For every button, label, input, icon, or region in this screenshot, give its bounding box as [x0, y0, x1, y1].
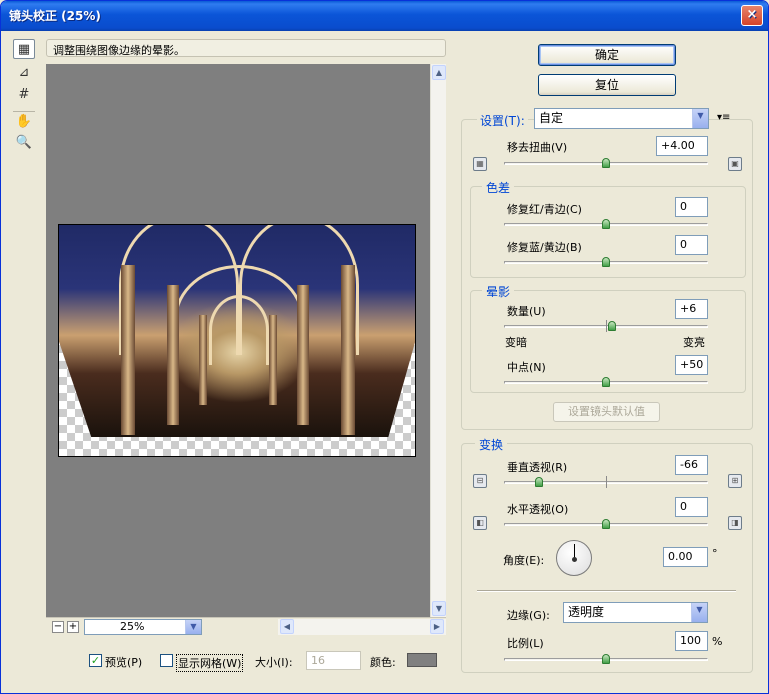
vertical-perspective-end-icon: ⊞ [728, 474, 742, 488]
angle-input[interactable]: 0.00 [663, 547, 708, 567]
angle-dial[interactable] [556, 540, 592, 576]
amount-input[interactable]: +6 [675, 299, 708, 319]
amount-label: 数量(U) [507, 305, 546, 318]
preview-label: 预览(P) [105, 656, 143, 669]
size-select: 16 [306, 651, 361, 670]
settings-label: 设置(T): [477, 112, 528, 129]
vignette-title: 晕影 [482, 283, 515, 300]
divider [477, 590, 736, 592]
show-grid-checkbox[interactable] [160, 654, 173, 667]
close-button[interactable]: × [741, 5, 763, 26]
red-cyan-thumb[interactable] [602, 219, 610, 229]
angle-label: 角度(E): [503, 554, 545, 567]
vertical-perspective-thumb[interactable] [535, 477, 544, 487]
scroll-up-icon[interactable]: ▲ [432, 65, 446, 80]
horizontal-perspective-end-icon: ◨ [728, 516, 742, 530]
blue-yellow-label: 修复蓝/黄边(B) [507, 241, 582, 254]
zoom-select[interactable]: 25% ▼ [84, 619, 202, 635]
red-cyan-slider[interactable] [504, 219, 708, 229]
distortion-label: 移去扭曲(V) [507, 141, 568, 154]
hand-tool-icon[interactable]: ✋ [13, 111, 35, 131]
scale-input[interactable]: 100 [675, 631, 708, 651]
midpoint-thumb[interactable] [602, 377, 610, 387]
settings-menu-icon[interactable]: ▾≡ [717, 112, 730, 123]
vertical-perspective-input[interactable]: -66 [675, 455, 708, 475]
vertical-perspective-slider[interactable] [504, 476, 708, 488]
horizontal-perspective-input[interactable]: 0 [675, 497, 708, 517]
grid-color-swatch[interactable] [407, 653, 437, 667]
barrel-icon: ▣ [728, 157, 742, 171]
scroll-right-icon[interactable]: ▶ [430, 619, 444, 634]
settings-value: 自定 [539, 111, 564, 125]
amount-slider[interactable] [504, 320, 708, 332]
grid-move-tool-icon[interactable]: # [13, 85, 35, 105]
pincushion-icon: ▦ [473, 157, 487, 171]
preview-checkbox[interactable]: ✓ [89, 654, 102, 667]
edge-select[interactable]: 透明度 ▼ [563, 602, 708, 623]
distortion-input[interactable]: +4.00 [656, 136, 708, 156]
midpoint-input[interactable]: +50 [675, 355, 708, 375]
zoom-in-button[interactable]: + [67, 621, 79, 633]
distortion-slider[interactable] [504, 158, 708, 168]
lighten-label: 变亮 [683, 336, 705, 349]
edge-label: 边缘(G): [507, 609, 550, 622]
set-lens-default-button[interactable]: 设置镜头默认值 [553, 402, 660, 422]
window-title: 镜头校正 (25%) [9, 9, 101, 23]
horizontal-scrollbar[interactable]: ◀ ▶ [278, 619, 446, 635]
vertical-scrollbar[interactable]: ▲ ▼ [430, 64, 446, 617]
red-cyan-label: 修复红/青边(C) [507, 203, 582, 216]
distortion-thumb[interactable] [602, 158, 610, 168]
edge-value: 透明度 [568, 605, 605, 619]
reset-button[interactable]: 复位 [538, 74, 676, 96]
horizontal-perspective-thumb[interactable] [602, 519, 610, 529]
size-value: 16 [311, 654, 325, 667]
zoom-tool-icon[interactable]: 🔍 [13, 133, 35, 153]
show-grid-label: 显示网格(W) [176, 654, 244, 672]
scroll-left-icon[interactable]: ◀ [280, 619, 294, 634]
horizontal-perspective-label: 水平透视(O) [507, 503, 569, 516]
scale-slider[interactable] [504, 654, 708, 664]
ok-button[interactable]: 确定 [538, 44, 676, 66]
midpoint-label: 中点(N) [507, 361, 546, 374]
darken-label: 变暗 [505, 336, 527, 349]
straighten-tool-icon[interactable]: ⊿ [13, 63, 35, 83]
preview-footer: − + 25% ▼ ◀ ▶ [46, 617, 446, 635]
horizontal-perspective-icon: ◧ [473, 516, 487, 530]
blue-yellow-input[interactable]: 0 [675, 235, 708, 255]
amount-thumb[interactable] [608, 321, 617, 331]
scale-label: 比例(L) [507, 637, 544, 650]
hint-text: 调整围绕图像边缘的晕影。 [46, 39, 446, 57]
blue-yellow-thumb[interactable] [602, 257, 610, 267]
vertical-perspective-icon: ⊟ [473, 474, 487, 488]
midpoint-slider[interactable] [504, 377, 708, 387]
zoom-out-button[interactable]: − [52, 621, 64, 633]
church-interior-photo [59, 225, 415, 437]
scale-thumb[interactable] [602, 654, 610, 664]
lens-correction-dialog: 镜头校正 (25%) × ▦ ⊿ # ✋ 🔍 调整围绕图像边缘的晕影。 ▲ ▼ [0, 0, 769, 694]
horizontal-perspective-slider[interactable] [504, 519, 708, 529]
preview-image [58, 224, 416, 457]
scroll-down-icon[interactable]: ▼ [432, 601, 446, 616]
transform-title: 变换 [475, 436, 508, 453]
settings-select[interactable]: 自定 ▼ [534, 108, 709, 129]
chevron-down-icon[interactable]: ▼ [185, 620, 201, 634]
zoom-value: 25% [120, 620, 145, 633]
chromatic-title: 色差 [482, 179, 515, 196]
lens-tool-icon[interactable]: ▦ [13, 39, 35, 59]
chevron-down-icon[interactable]: ▼ [691, 603, 707, 622]
vertical-perspective-label: 垂直透视(R) [507, 461, 568, 474]
blue-yellow-slider[interactable] [504, 257, 708, 267]
title-bar: 镜头校正 (25%) × [1, 1, 768, 31]
size-label: 大小(I): [255, 656, 293, 669]
color-label: 颜色: [370, 656, 396, 669]
chevron-down-icon[interactable]: ▼ [692, 109, 708, 128]
red-cyan-input[interactable]: 0 [675, 197, 708, 217]
scale-unit: % [712, 635, 723, 648]
angle-unit: ° [712, 547, 718, 560]
